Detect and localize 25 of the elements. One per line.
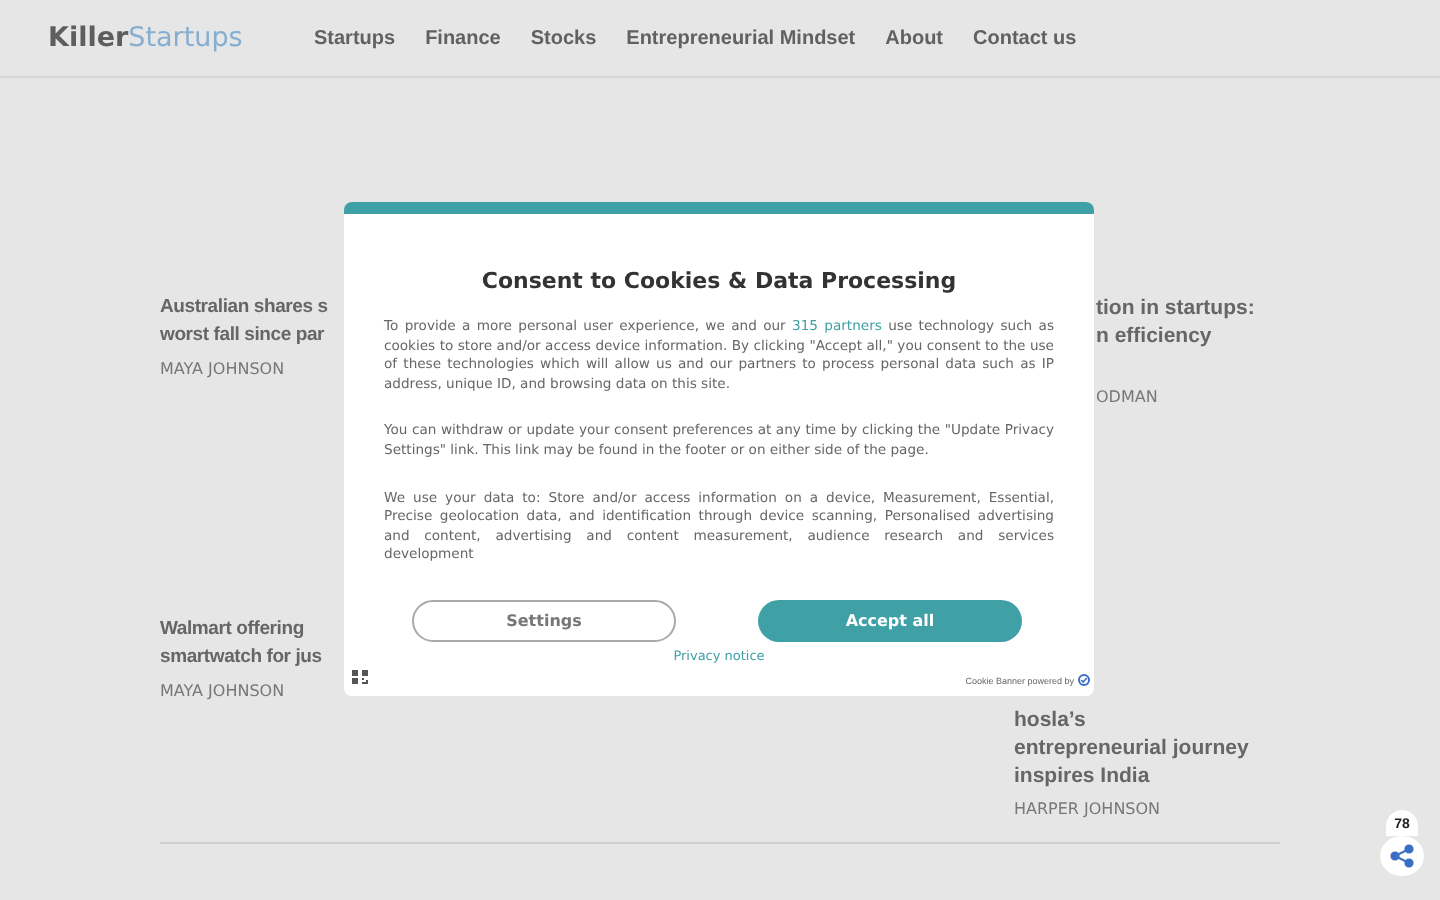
article-author: MAYA JOHNSON xyxy=(160,682,285,700)
dialog-title: Consent to Cookies & Data Processing xyxy=(479,268,959,294)
article-title[interactable]: hosla’s xyxy=(1014,706,1086,734)
nav-link[interactable]: Stocks xyxy=(530,27,597,49)
article-author: MAYA JOHNSON xyxy=(160,360,285,378)
accept-all-button[interactable]: Accept all xyxy=(758,599,1022,642)
article-title[interactable]: entrepreneurial journey xyxy=(1014,734,1249,762)
article-author: ODMAN xyxy=(1094,388,1158,406)
nav-link[interactable]: Contact us xyxy=(973,27,1077,49)
grid-icon[interactable] xyxy=(352,670,368,684)
article-title[interactable]: Australian shares s xyxy=(160,294,328,322)
site-logo[interactable]: KillerStartups xyxy=(48,22,314,54)
nav-link[interactable]: Startups xyxy=(314,27,396,49)
article-author: HARPER JOHNSON xyxy=(1014,800,1161,818)
share-button[interactable] xyxy=(1380,836,1424,876)
share-icon xyxy=(1390,844,1414,868)
article-title[interactable]: smartwatch for jus xyxy=(160,644,322,672)
nav-link[interactable]: Finance xyxy=(425,27,501,49)
nav-link[interactable]: About xyxy=(885,27,944,49)
article-title[interactable]: inspires India xyxy=(1014,762,1150,790)
article-title[interactable]: worst fall since par xyxy=(160,322,325,350)
nav-link[interactable]: Entrepreneurial Mindset xyxy=(626,27,856,49)
settings-button[interactable]: Settings xyxy=(412,599,676,642)
check-icon xyxy=(1078,674,1090,686)
article-title[interactable]: Walmart offering xyxy=(160,616,304,644)
